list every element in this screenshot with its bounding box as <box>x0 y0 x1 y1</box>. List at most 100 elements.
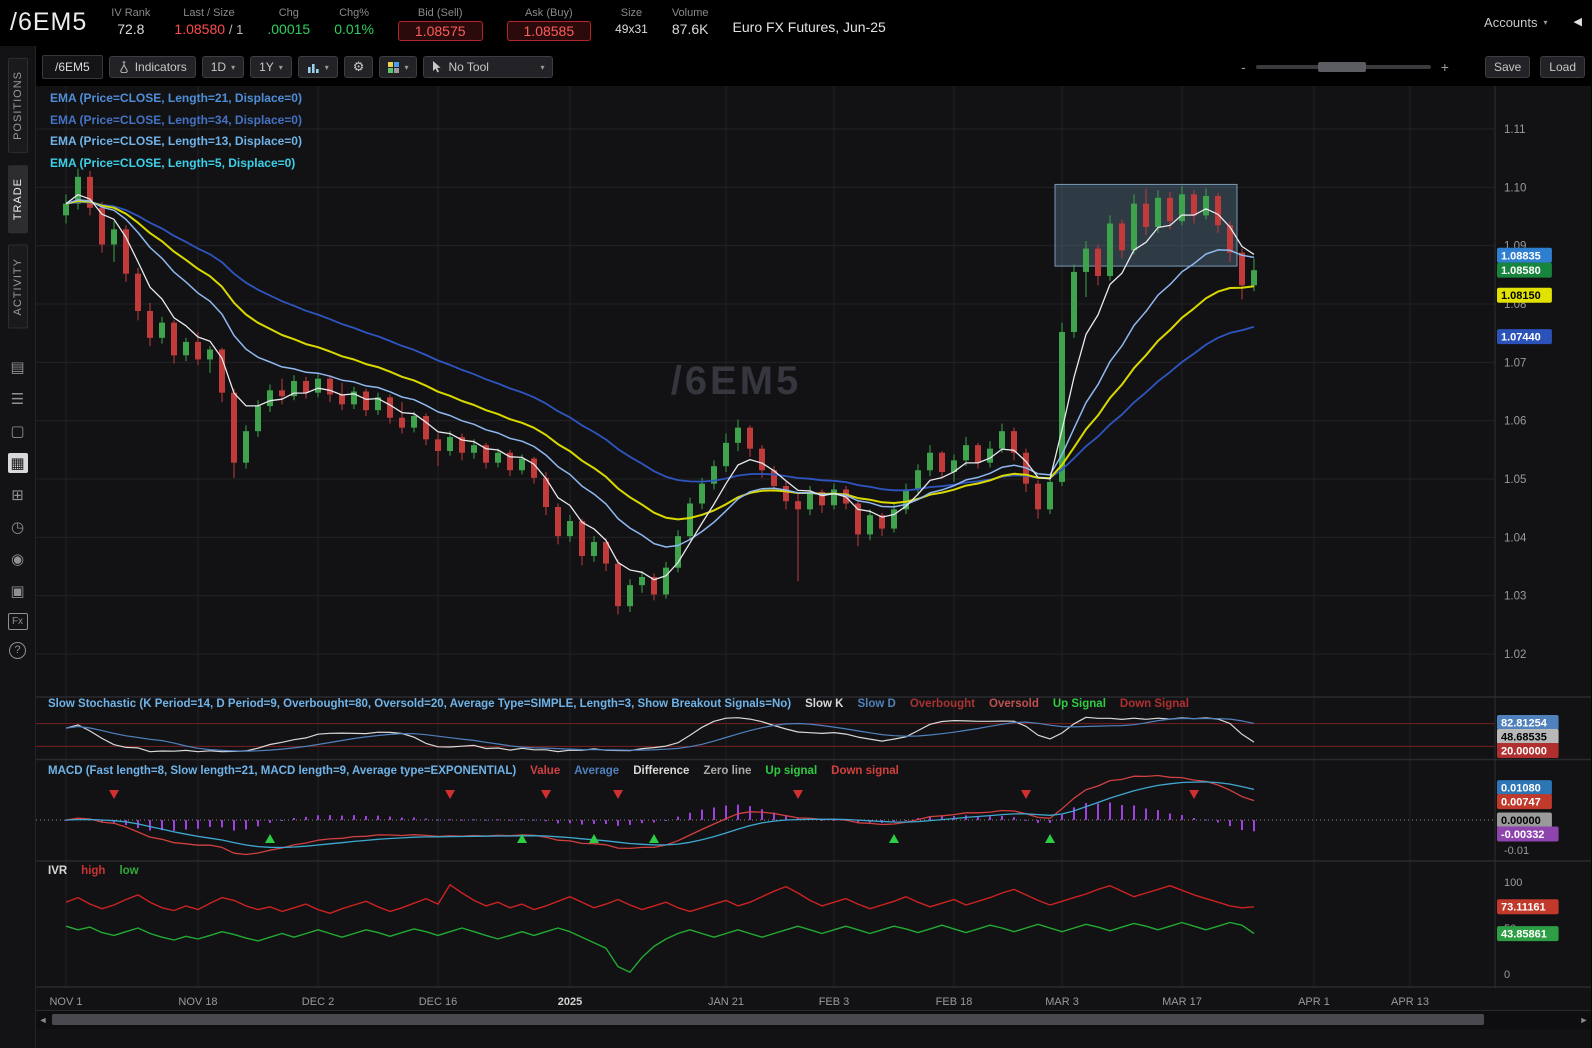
down-candle <box>1167 197 1173 222</box>
down-candle <box>327 378 333 395</box>
axis-label: 1.03 <box>1504 591 1526 603</box>
down-candle <box>975 445 981 463</box>
chg-pct-field: Chg% 0.01% <box>334 5 374 39</box>
sidebar-tab-activity[interactable]: ACTIVITY <box>7 245 28 329</box>
up-candle <box>567 520 573 537</box>
flask-icon <box>119 61 128 73</box>
cursor-pointer-icon <box>433 61 442 73</box>
sidebar-tab-positions[interactable]: POSITIONS <box>7 58 28 153</box>
widgets-icon[interactable]: ⊞ <box>8 485 28 505</box>
down-candle <box>195 341 201 360</box>
chart-type-dropdown[interactable]: ▾ <box>297 56 338 78</box>
archive-icon[interactable]: ▣ <box>8 581 28 601</box>
down-candle <box>279 390 285 397</box>
up-candle <box>267 390 273 407</box>
range-dropdown[interactable]: 1Y ▾ <box>250 56 292 78</box>
load-button[interactable]: Load <box>1540 56 1585 78</box>
chg-label: Chg <box>278 7 299 19</box>
up-candle <box>243 431 249 463</box>
up-candle <box>159 322 165 338</box>
accounts-menu[interactable]: Accounts ▾ <box>1484 5 1548 30</box>
up-candle <box>699 483 705 504</box>
chg-value: .00015 <box>267 21 311 37</box>
up-candle <box>687 503 693 537</box>
axis-label: 1.02 <box>1504 649 1526 661</box>
up-candle <box>663 567 669 595</box>
zoom-slider-thumb[interactable] <box>1317 62 1366 72</box>
bar-chart-icon <box>307 63 319 73</box>
history-icon[interactable]: ◷ <box>8 517 28 537</box>
orders-icon[interactable]: ☰ <box>8 389 28 409</box>
horizontal-scrollbar[interactable]: ◄ ► <box>36 1010 1591 1029</box>
users-icon[interactable]: ◉ <box>8 549 28 569</box>
down-candle <box>615 563 621 607</box>
up-candle <box>963 445 969 461</box>
up-candle <box>1131 203 1137 251</box>
up-candle <box>63 203 69 216</box>
zoom-slider[interactable] <box>1255 62 1431 72</box>
down-candle <box>363 391 369 411</box>
chg-pct-value: 0.01% <box>334 21 374 37</box>
down-signal-arrow <box>541 790 551 799</box>
price-bubble-text: 1.08580 <box>1501 265 1541 277</box>
up-candle <box>735 427 741 443</box>
zoom-out-button[interactable]: - <box>1241 59 1246 75</box>
chart-canvas[interactable]: /6EM51.111.101.091.081.071.061.051.041.0… <box>36 86 1591 1048</box>
symbol-tab[interactable]: /6EM5 <box>42 55 103 79</box>
indicators-button[interactable]: Indicators <box>108 56 196 78</box>
time-axis[interactable] <box>36 988 1495 1010</box>
timeframe-dropdown[interactable]: 1D ▾ <box>201 56 245 78</box>
left-sidebar: POSITIONS TRADE ACTIVITY ▤ ☰ ▢ ▦ ⊞ ◷ ◉ ▣ Fx? <box>0 46 36 1048</box>
bid-label: Bid (Sell) <box>417 7 463 19</box>
axis-label: -0.01 <box>1504 845 1529 857</box>
save-button[interactable]: Save <box>1484 56 1531 78</box>
down-candle <box>939 452 945 472</box>
up-candle <box>255 406 261 432</box>
down-signal-arrow <box>613 790 623 799</box>
sidebar-tabs: POSITIONS TRADE ACTIVITY <box>7 58 28 341</box>
down-signal-arrow <box>109 790 119 799</box>
axis-label: 1.05 <box>1504 474 1526 486</box>
up-candle <box>471 445 477 453</box>
up-candle <box>1155 197 1161 227</box>
down-candle <box>171 322 177 356</box>
scroll-left-icon[interactable]: ◄ <box>36 1013 50 1027</box>
trade-box-icon[interactable]: ▢ <box>8 421 28 441</box>
price-bubble-text: 73.11161 <box>1501 902 1546 914</box>
bid-field: Bid (Sell) 1.08575 <box>397 5 483 41</box>
up-candle <box>1251 270 1257 286</box>
grid-layout-dropdown[interactable]: ▾ <box>379 56 418 78</box>
down-candle <box>423 415 429 440</box>
down-candle <box>231 392 237 463</box>
down-candle <box>795 501 801 510</box>
up-candle <box>639 576 645 586</box>
down-candle <box>1239 252 1245 286</box>
up-candle <box>1107 223 1113 276</box>
chart-settings-button[interactable]: ⚙ <box>343 56 374 78</box>
grid-layout-icon <box>388 61 400 73</box>
bid-button[interactable]: 1.08575 <box>397 21 483 41</box>
quotes-icon[interactable]: ▤ <box>8 357 28 377</box>
price-bubble-text: 48.68535 <box>1501 732 1547 744</box>
size-label: Size <box>620 7 643 19</box>
ask-button[interactable]: 1.08585 <box>506 21 592 41</box>
up-candle <box>447 436 453 451</box>
scroll-right-icon[interactable]: ► <box>1577 1013 1591 1027</box>
volume-field: Volume 87.6K <box>672 5 709 39</box>
down-candle <box>303 380 309 393</box>
sidebar-tab-trade[interactable]: TRADE <box>7 164 28 234</box>
help-icon[interactable]: ? <box>9 641 26 659</box>
drawing-tool-dropdown[interactable]: No Tool ▾ <box>423 56 554 78</box>
up-candle <box>111 229 117 245</box>
chevron-down-icon: ▾ <box>1543 18 1548 27</box>
chart-icon[interactable]: ▦ <box>7 452 28 473</box>
axis-label: 1.11 <box>1504 124 1526 136</box>
fx-icon[interactable]: Fx <box>7 612 28 630</box>
zoom-in-button[interactable]: + <box>1441 59 1449 75</box>
down-candle <box>747 427 753 449</box>
up-candle <box>1047 481 1053 510</box>
scrollbar-thumb[interactable] <box>52 1014 1484 1025</box>
up-candle <box>891 509 897 529</box>
price-bubble-text: 0.00000 <box>1501 815 1541 827</box>
collapse-panel-icon[interactable]: ◀ <box>1572 5 1584 28</box>
